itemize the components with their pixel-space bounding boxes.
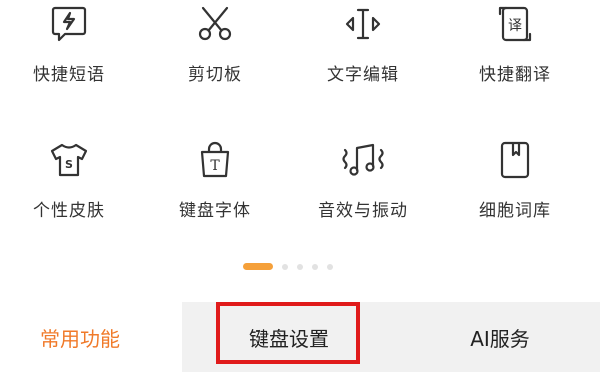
tab-common-functions[interactable]: 常用功能	[10, 302, 150, 372]
svg-text:T: T	[210, 158, 220, 174]
page-dot-active	[243, 263, 273, 270]
cell-dictionary-item[interactable]: 细胞词库	[440, 138, 590, 238]
sound-vibration-item[interactable]: 音效与振动	[288, 138, 438, 238]
page-indicator	[0, 262, 600, 270]
sound-vibration-label: 音效与振动	[318, 201, 408, 221]
keyboard-font-label: 键盘字体	[179, 201, 251, 221]
quick-translate-item[interactable]: 译 快捷翻译	[440, 2, 590, 102]
page-dot	[282, 264, 288, 270]
text-cursor-icon	[341, 2, 385, 46]
translate-icon: 译	[493, 2, 537, 46]
page-dot	[327, 264, 333, 270]
clipboard-item[interactable]: 剪切板	[140, 2, 290, 102]
keyboard-font-item[interactable]: T 键盘字体	[140, 138, 290, 238]
quick-translate-label: 快捷翻译	[479, 65, 551, 85]
tshirt-icon: S	[47, 138, 91, 182]
quick-phrases-label: 快捷短语	[33, 65, 105, 85]
function-grid: 快捷短语 剪切板 文字编辑 译 快捷翻译 S 个性皮肤 T 键盘字体 音效与振动…	[0, 0, 600, 240]
personal-skin-label: 个性皮肤	[33, 201, 105, 221]
scissors-icon	[193, 2, 237, 46]
page-dot	[312, 264, 318, 270]
cell-dictionary-label: 细胞词库	[479, 201, 551, 221]
tab-ai-services[interactable]: AI服务	[430, 302, 570, 372]
personal-skin-item[interactable]: S 个性皮肤	[0, 138, 144, 238]
text-edit-label: 文字编辑	[327, 65, 399, 85]
text-edit-item[interactable]: 文字编辑	[288, 2, 438, 102]
lightning-chat-icon	[47, 2, 91, 46]
quick-phrases-item[interactable]: 快捷短语	[0, 2, 144, 102]
music-vibration-icon	[341, 138, 385, 182]
page-dot	[297, 264, 303, 270]
bottom-tab-bar: 常用功能 键盘设置 AI服务	[0, 302, 600, 372]
tab-keyboard-settings[interactable]: 键盘设置	[219, 302, 359, 372]
dictionary-book-icon	[493, 138, 537, 182]
svg-text:译: 译	[508, 18, 522, 34]
clipboard-label: 剪切板	[188, 65, 242, 85]
font-bag-icon: T	[193, 138, 237, 182]
svg-text:S: S	[65, 158, 73, 171]
